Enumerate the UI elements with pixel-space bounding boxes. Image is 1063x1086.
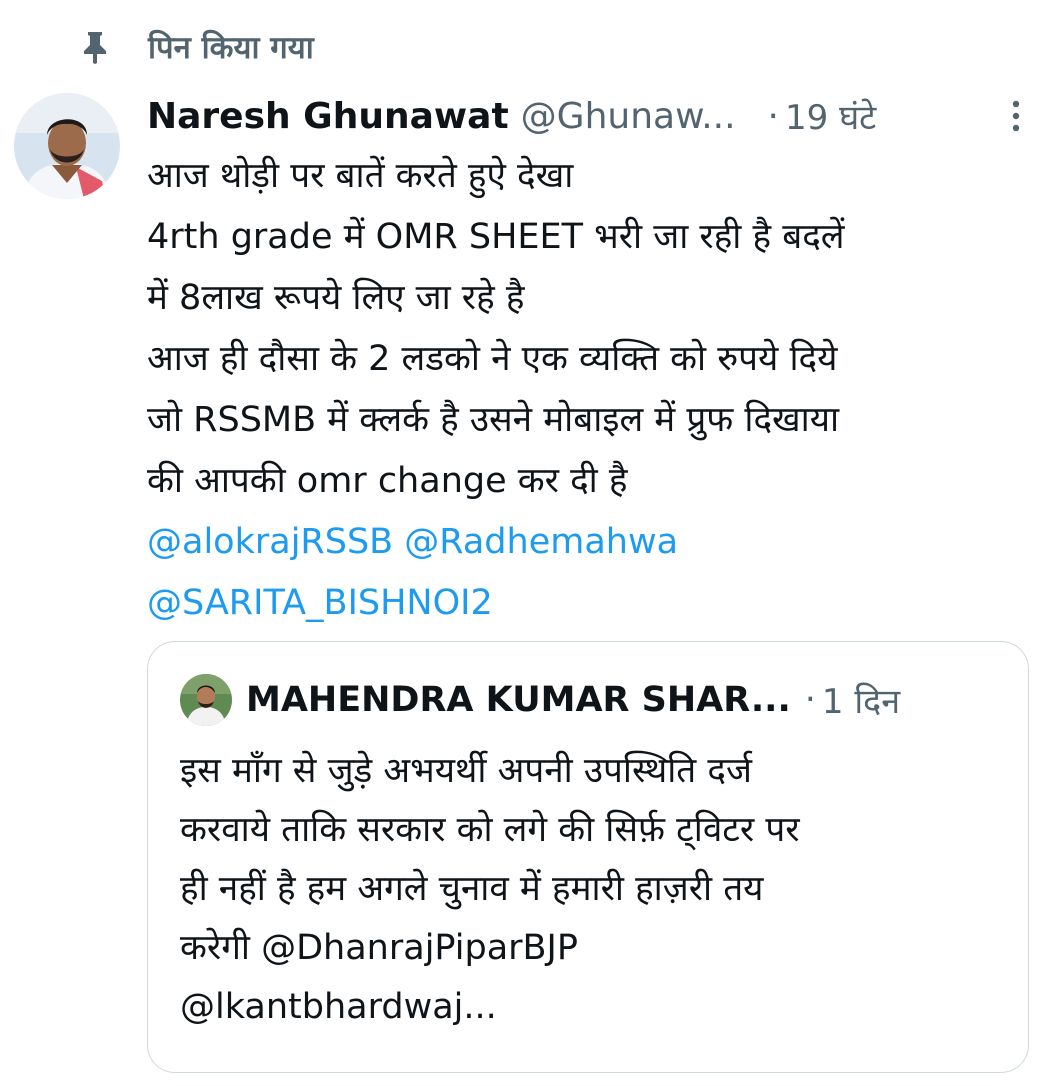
quoted-text-line: इस माँग से जुड़े अभयर्थी अपनी उपस्थिति द…: [180, 751, 752, 791]
quoted-text-line: करेगी @DhanrajPiparBJP: [180, 928, 578, 968]
more-vertical-icon[interactable]: [1001, 96, 1031, 136]
quoted-text-line: @lkantbhardwaj...: [180, 987, 497, 1027]
quoted-text-line: ही नहीं है हम अगले चुनाव में हमारी हाज़र…: [180, 869, 764, 909]
mention-link[interactable]: @SARITA_BISHNOI2: [147, 573, 1037, 634]
quoted-author-name[interactable]: MAHENDRA KUMAR SHAR...: [246, 680, 791, 720]
pinned-indicator: पिन किया गया: [80, 22, 314, 72]
quoted-tweet-text: इस माँग से जुड़े अभयर्थी अपनी उपस्थिति द…: [180, 742, 1010, 1037]
pin-icon: [80, 27, 110, 67]
tweet-text-line: की आपकी omr change कर दी है: [147, 461, 628, 501]
tweet-timestamp[interactable]: 19 घंटे: [785, 93, 876, 139]
quoted-author-avatar[interactable]: [180, 674, 232, 726]
tweet-text-line: आज थोड़ी पर बातें करते हुऐ देखा: [147, 156, 574, 196]
quoted-tweet-header: MAHENDRA KUMAR SHAR... · 1 दिन: [180, 672, 1010, 728]
tweet-text-line: जो RSSMB में क्लर्क है उसने मोबाइल में प…: [147, 400, 840, 440]
quoted-header-separator: ·: [804, 680, 816, 720]
quoted-tweet-timestamp[interactable]: 1 दिन: [822, 677, 900, 723]
tweet-text: आज थोड़ी पर बातें करते हुऐ देखा 4rth gra…: [147, 146, 1037, 634]
author-avatar[interactable]: [14, 93, 120, 199]
header-separator: ·: [767, 95, 779, 137]
tweet-text-line: 4rth grade में OMR SHEET भरी जा रही है ब…: [147, 217, 845, 257]
mention-link[interactable]: @alokrajRSSB @Radhemahwa: [147, 512, 1037, 573]
tweet-text-line: में 8लाख रूपये लिए जा रहे है: [147, 278, 525, 318]
tweet-text-line: आज ही दौसा के 2 लडको ने एक व्यक्ति को रु…: [147, 339, 838, 379]
author-handle[interactable]: @Ghunaw...: [521, 96, 736, 137]
quoted-text-line: करवाये ताकि सरकार को लगे की सिर्फ़ ट्विट…: [180, 810, 800, 850]
tweet-header: Naresh Ghunawat @Ghunaw... · 19 घंटे: [147, 88, 1037, 144]
author-name[interactable]: Naresh Ghunawat: [147, 96, 509, 137]
pinned-label: पिन किया गया: [148, 30, 314, 66]
quoted-tweet-card[interactable]: MAHENDRA KUMAR SHAR... · 1 दिन इस माँग स…: [147, 641, 1029, 1073]
